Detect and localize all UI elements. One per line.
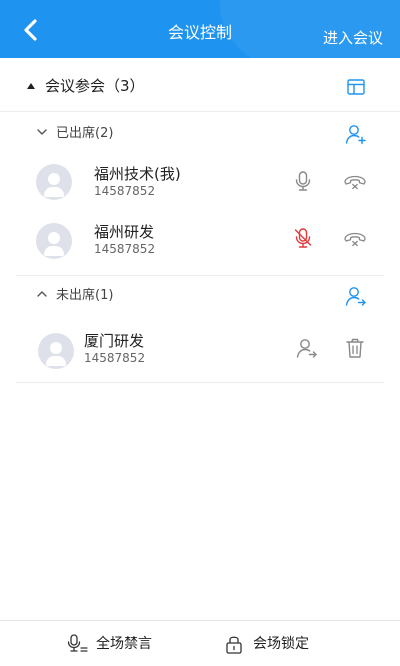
member-row[interactable]: 福州研发 14587852 <box>16 212 384 268</box>
mute-all-label: 全场禁言 <box>96 636 152 652</box>
participants-count-label: 会议参会（3） <box>45 77 145 95</box>
member-row[interactable]: 厦门研发 14587852 <box>16 321 384 377</box>
attended-group-header[interactable]: 已出席(2) <box>16 114 384 154</box>
member-name: 福州研发 <box>94 223 155 241</box>
member-name: 福州技术(我) <box>94 165 181 183</box>
chevron-up-icon <box>37 291 47 297</box>
member-number: 14587852 <box>84 351 146 365</box>
member-row[interactable]: 福州技术(我) 14587852 <box>16 154 384 210</box>
add-user-icon[interactable] <box>344 122 368 146</box>
mute-all-icon <box>67 634 88 652</box>
participants-summary[interactable]: 会议参会（3） <box>0 58 400 112</box>
avatar <box>36 164 72 200</box>
header-bar: 会议控制 进入会议 <box>0 0 400 58</box>
divider <box>16 382 384 383</box>
absent-group-label: 未出席(1) <box>56 288 114 303</box>
mute-all-button[interactable]: 全场禁言 <box>66 621 176 666</box>
attended-group-label: 已出席(2) <box>56 126 114 141</box>
absent-group-header[interactable]: 未出席(1) <box>16 276 384 316</box>
lock-meeting-label: 会场锁定 <box>253 636 309 652</box>
chevron-down-icon <box>37 129 47 135</box>
trash-icon[interactable] <box>343 336 367 360</box>
microphone-icon[interactable] <box>291 169 315 193</box>
hangup-icon[interactable] <box>343 169 367 193</box>
footer-bar: 全场禁言 会场锁定 <box>0 620 400 666</box>
enter-meeting-button[interactable]: 进入会议 <box>323 28 383 48</box>
member-number: 14587852 <box>94 184 156 198</box>
mic-muted-icon[interactable] <box>291 226 315 250</box>
lock-meeting-button[interactable]: 会场锁定 <box>224 621 334 666</box>
member-name: 厦门研发 <box>84 332 145 350</box>
avatar <box>36 223 72 259</box>
collapse-triangle-icon[interactable] <box>27 83 35 89</box>
avatar <box>38 333 74 369</box>
call-user-icon[interactable] <box>295 336 319 360</box>
lock-icon <box>226 636 242 654</box>
layout-icon[interactable] <box>347 79 365 95</box>
invite-user-icon[interactable] <box>344 284 368 308</box>
hangup-icon[interactable] <box>343 226 367 250</box>
member-number: 14587852 <box>94 242 156 256</box>
